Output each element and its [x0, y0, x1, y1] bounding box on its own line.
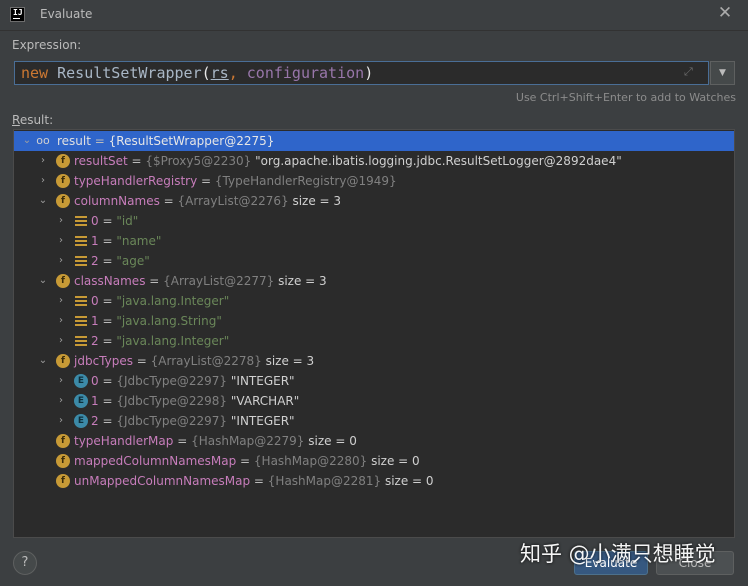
expr-paren-close: )	[364, 64, 374, 82]
expand-arrow-icon[interactable]: ›	[37, 171, 49, 191]
tree-row-element[interactable]: › E 0 = {JdbcType@2297} "INTEGER"	[14, 371, 734, 391]
intellij-app-icon: IJ	[10, 7, 25, 22]
expand-arrow-icon[interactable]: ›	[55, 211, 67, 231]
tree-row-jdbcTypes[interactable]: ⌄ f jdbcTypes = {ArrayList@2278} size = …	[14, 351, 734, 371]
tree-row-classNames[interactable]: ⌄ f classNames = {ArrayList@2277} size =…	[14, 271, 734, 291]
watch-glasses-icon: oo	[36, 134, 50, 147]
list-element-icon	[74, 294, 88, 308]
window-title: Evaluate	[40, 7, 93, 21]
help-button[interactable]: ?	[13, 551, 37, 575]
tree-row-element[interactable]: › 0 = "id"	[14, 211, 734, 231]
expand-arrow-icon[interactable]: ›	[55, 291, 67, 311]
expand-editor-icon[interactable]: ⤢	[684, 65, 693, 79]
expand-arrow-icon[interactable]: ›	[55, 391, 67, 411]
field-icon: f	[56, 274, 70, 288]
list-element-icon	[74, 314, 88, 328]
expr-comma: ,	[228, 64, 238, 82]
tree-row-resultSet[interactable]: › f resultSet = {$Proxy5@2230} "org.apac…	[14, 151, 734, 171]
field-icon: f	[56, 154, 70, 168]
collapse-arrow-icon[interactable]: ⌄	[37, 191, 49, 211]
tree-row-typeHandlerMap[interactable]: f typeHandlerMap = {HashMap@2279} size =…	[14, 431, 734, 451]
expr-paren-open: (	[201, 64, 211, 82]
tree-row-result[interactable]: ⌄ oo result = {ResultSetWrapper@2275}	[14, 131, 734, 151]
field-icon: f	[56, 454, 70, 468]
tree-row-element[interactable]: › 0 = "java.lang.Integer"	[14, 291, 734, 311]
title-bar: IJ Evaluate ✕	[0, 0, 748, 31]
expand-arrow-icon[interactable]: ›	[55, 311, 67, 331]
list-element-icon	[74, 254, 88, 268]
result-label: Result:	[12, 113, 54, 127]
result-tree[interactable]: ⌄ oo result = {ResultSetWrapper@2275} › …	[13, 129, 735, 538]
list-element-icon	[74, 334, 88, 348]
collapse-arrow-icon[interactable]: ⌄	[37, 271, 49, 291]
close-window-icon[interactable]: ✕	[716, 4, 734, 22]
tree-row-columnNames[interactable]: ⌄ f columnNames = {ArrayList@2276} size …	[14, 191, 734, 211]
field-icon: f	[56, 434, 70, 448]
field-icon: f	[56, 174, 70, 188]
tree-row-element[interactable]: › E 2 = {JdbcType@2297} "INTEGER"	[14, 411, 734, 431]
tree-row-typeHandlerRegistry[interactable]: › f typeHandlerRegistry = {TypeHandlerRe…	[14, 171, 734, 191]
expression-label: Expression:	[12, 38, 82, 52]
zhihu-watermark: 知乎 @小满只想睡觉	[520, 542, 716, 566]
expr-class: ResultSetWrapper	[57, 64, 202, 82]
expr-param-configuration: configuration	[246, 64, 365, 82]
tree-row-element[interactable]: › 2 = "java.lang.Integer"	[14, 331, 734, 351]
expr-param-rs: rs	[210, 64, 229, 82]
expand-arrow-icon[interactable]: ›	[55, 231, 67, 251]
collapse-arrow-icon[interactable]: ⌄	[37, 351, 49, 371]
tree-row-element[interactable]: › E 1 = {JdbcType@2298} "VARCHAR"	[14, 391, 734, 411]
tree-row-unMappedColumnNamesMap[interactable]: f unMappedColumnNamesMap = {HashMap@2281…	[14, 471, 734, 491]
expand-arrow-icon[interactable]: ›	[55, 251, 67, 271]
expand-arrow-icon[interactable]: ›	[55, 411, 67, 431]
field-icon: f	[56, 474, 70, 488]
expand-arrow-icon[interactable]: ›	[55, 331, 67, 351]
list-element-icon	[74, 234, 88, 248]
field-icon: f	[56, 354, 70, 368]
expression-input[interactable]: new ResultSetWrapper(rs, configuration)	[14, 61, 709, 85]
expand-arrow-icon[interactable]: ›	[55, 371, 67, 391]
tree-row-element[interactable]: › 1 = "java.lang.String"	[14, 311, 734, 331]
history-dropdown-button[interactable]: ▼	[710, 61, 735, 85]
enum-icon: E	[74, 374, 88, 388]
tree-row-mappedColumnNamesMap[interactable]: f mappedColumnNamesMap = {HashMap@2280} …	[14, 451, 734, 471]
tree-row-element[interactable]: › 2 = "age"	[14, 251, 734, 271]
tree-row-element[interactable]: › 1 = "name"	[14, 231, 734, 251]
list-element-icon	[74, 214, 88, 228]
expr-keyword: new	[21, 64, 49, 82]
expand-arrow-icon[interactable]: ›	[37, 151, 49, 171]
enum-icon: E	[74, 394, 88, 408]
enum-icon: E	[74, 414, 88, 428]
collapse-arrow-icon[interactable]: ⌄	[21, 131, 33, 151]
watches-hint: Use Ctrl+Shift+Enter to add to Watches	[515, 91, 736, 104]
field-icon: f	[56, 194, 70, 208]
